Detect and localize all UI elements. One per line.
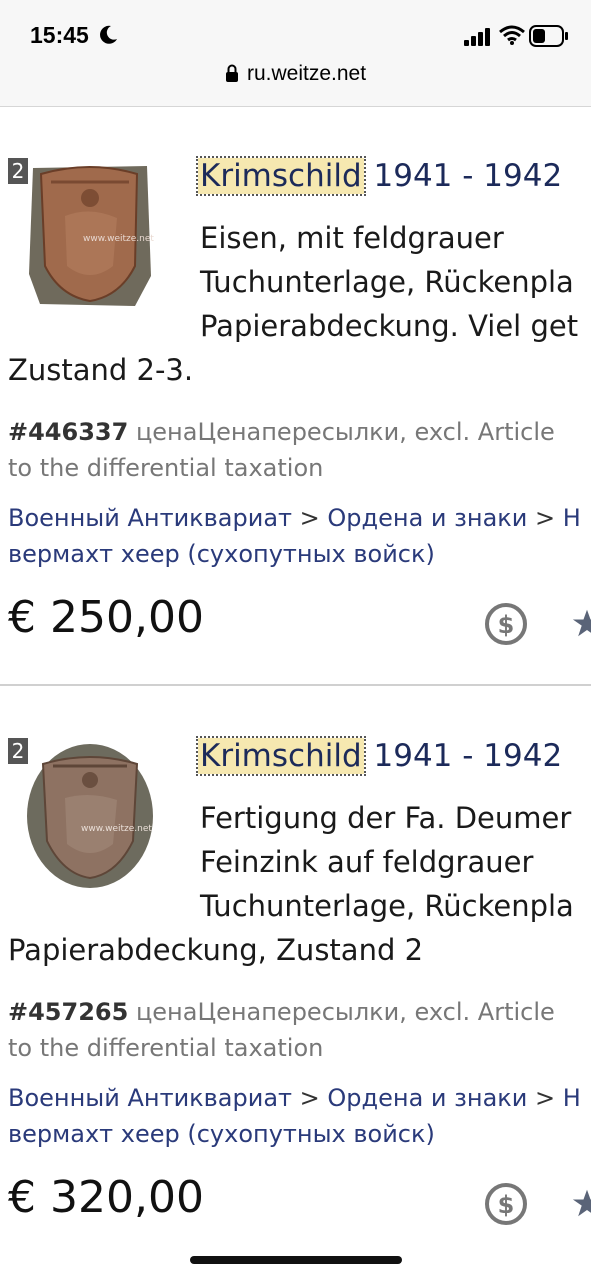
article-meta: #457265 ценаЦенапересылки, excl. Article (8, 994, 555, 1030)
product-image[interactable]: www.weitze.net (25, 156, 155, 311)
desc-line: Papierabdeckung. Viel get (200, 309, 579, 343)
desc-line: Fertigung der Fa. Deumer (200, 801, 572, 835)
home-indicator[interactable] (190, 1256, 402, 1264)
breadcrumb-link[interactable]: вермахт хеер (сухопутных войск) (8, 1116, 435, 1152)
svg-text:$: $ (498, 611, 515, 639)
browser-top-bar: 15:45 ru.weitze.net (0, 0, 591, 107)
lock-icon (225, 64, 238, 82)
price-note-line2: to the differential taxation (8, 454, 324, 482)
breadcrumb: Военный Антиквариат > Ордена и знаки > Н (8, 1080, 581, 1116)
article-number: #457265 (8, 998, 129, 1026)
desc-line: Zustand 2-3. (8, 353, 194, 387)
breadcrumb-link[interactable]: Ордена и знаки (327, 504, 527, 532)
star-icon[interactable] (572, 1186, 591, 1220)
price-note: ценаЦенапересылки, excl. Article (128, 418, 555, 446)
listing-title[interactable]: Krimschild 1941 - 1942 (196, 736, 562, 776)
price-note-line2: to the differential taxation (8, 1034, 324, 1062)
breadcrumb-link[interactable]: Ордена и знаки (327, 1084, 527, 1112)
status-time: 15:45 (30, 22, 89, 48)
breadcrumb-link[interactable]: вермахт хеер (сухопутных войск) (8, 536, 435, 572)
breadcrumb-link[interactable]: Военный Антиквариат (8, 1084, 292, 1112)
desc-line: Papierabdeckung, Zustand 2 (8, 933, 424, 967)
title-years[interactable]: 1941 - 1942 (364, 738, 562, 774)
desc-line: Tuchunterlage, Rückenpla (200, 265, 574, 299)
breadcrumb-link[interactable]: Н (563, 1084, 581, 1112)
wifi-icon (499, 25, 525, 45)
desc-line: Feinzink auf feldgrauer (200, 845, 534, 879)
listing-title[interactable]: Krimschild 1941 - 1942 (196, 156, 562, 196)
price: € 320,00 (8, 1172, 204, 1223)
breadcrumb-separator: > (527, 1084, 563, 1112)
url-text: ru.weitze.net (246, 62, 367, 85)
title-years[interactable]: 1941 - 1942 (364, 158, 562, 194)
address-bar[interactable]: ru.weitze.net (0, 62, 591, 86)
breadcrumb-separator: > (292, 1084, 328, 1112)
price: € 250,00 (8, 592, 204, 643)
price-note: ценаЦенапересылки, excl. Article (128, 998, 555, 1026)
image-watermark: www.weitze.net (83, 234, 154, 244)
article-number: #446337 (8, 418, 129, 446)
product-image[interactable]: www.weitze.net (25, 736, 155, 891)
breadcrumb-separator: > (527, 504, 563, 532)
currency-converter-icon[interactable]: $ (484, 602, 528, 646)
desc-line: Eisen, mit feldgrauer (200, 221, 504, 255)
title-highlight[interactable]: Krimschild (196, 736, 366, 776)
breadcrumb-link[interactable]: Н (563, 504, 581, 532)
listing-item: 2 www.weitze.net Krimschild 1941 - 1942 … (0, 686, 591, 1256)
image-watermark: www.weitze.net (81, 824, 152, 834)
signal-icon (464, 28, 490, 46)
desc-line: Tuchunterlage, Rückenpla (200, 889, 574, 923)
breadcrumb-separator: > (292, 504, 328, 532)
title-highlight[interactable]: Krimschild (196, 156, 366, 196)
breadcrumb: Военный Антиквариат > Ордена и знаки > Н (8, 500, 581, 536)
svg-text:$: $ (498, 1191, 515, 1219)
currency-converter-icon[interactable]: $ (484, 1182, 528, 1226)
breadcrumb-link[interactable]: Военный Антиквариат (8, 504, 292, 532)
battery-icon (529, 25, 568, 47)
article-meta: #446337 ценаЦенапересылки, excl. Article (8, 414, 555, 450)
listing-item: 2 www.weitze.net Krimschild 1941 - 1942 … (0, 106, 591, 686)
moon-icon (100, 25, 117, 44)
star-icon[interactable] (572, 606, 591, 640)
